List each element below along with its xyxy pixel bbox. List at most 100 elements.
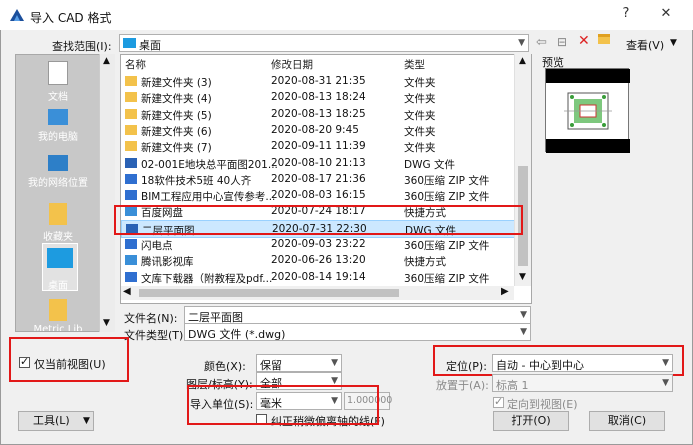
nav-metric-lib[interactable]: Metric Lib	[16, 299, 100, 331]
table-row[interactable]: 新建文件夹 (4) 2020-08-13 18:24 文件夹	[121, 89, 516, 105]
file-type: 文件夹	[404, 77, 436, 89]
table-row[interactable]: 文库下载器（附教程及pdf... 2020-08-14 19:14 360压缩 ZI…	[121, 269, 516, 285]
file-type: 快捷方式	[404, 256, 446, 269]
hscroll-thumb[interactable]	[139, 289, 399, 297]
chevron-down-icon: ▼	[520, 310, 527, 320]
help-button[interactable]: ?	[616, 6, 636, 24]
scroll-up-icon[interactable]: ▲	[519, 56, 526, 66]
file-date: 2020-06-26 13:20	[271, 254, 366, 267]
place-at-combo[interactable]: 标高 1 ▼	[492, 374, 673, 392]
highlight-positioning	[433, 345, 684, 376]
folder-icon	[125, 108, 137, 119]
chevron-down-icon: ▼	[662, 378, 669, 388]
file-name: 闪电点	[141, 240, 173, 252]
nav-scrollbar[interactable]: ▲ ▼	[99, 54, 115, 332]
file-date: 2020-08-13 18:24	[271, 91, 366, 104]
dialog-title: 导入 CAD 格式	[30, 11, 112, 25]
color-value: 保留	[260, 359, 282, 372]
file-date: 2020-08-10 21:13	[271, 156, 366, 169]
list-horizontal-scrollbar[interactable]: ◀ ▶	[121, 286, 514, 300]
back-icon[interactable]: ⇦	[536, 35, 547, 50]
file-name: 新建文件夹 (4)	[141, 93, 212, 106]
table-row[interactable]: 02-001E地块总平面图201... 2020-08-10 21:13 DWG 文…	[121, 155, 516, 171]
table-row[interactable]: 新建文件夹 (3) 2020-08-31 21:35 文件夹	[121, 73, 516, 89]
orient-to-view-checkbox[interactable]: ✓	[493, 395, 504, 408]
scroll-up-icon[interactable]: ▲	[103, 56, 110, 66]
chevron-down-icon: ▼	[331, 358, 338, 368]
filename-input[interactable]: 二层平面图 ▼	[184, 306, 531, 324]
desktop-icon	[123, 38, 136, 48]
file-name: 文库下载器（附教程及pdf...	[141, 272, 273, 285]
tools-button[interactable]: 工具(L) ▼	[18, 411, 94, 431]
filetype-value: DWG 文件 (*.dwg)	[188, 328, 286, 341]
table-row[interactable]: 新建文件夹 (6) 2020-08-20 9:45 文件夹	[121, 122, 516, 138]
scroll-left-icon[interactable]: ◀	[123, 286, 131, 297]
lookin-label: 查找范围(I):	[52, 40, 112, 53]
delete-icon[interactable]: ✕	[578, 33, 590, 49]
view-dropdown-icon[interactable]: ▼	[670, 38, 677, 48]
up-folder-icon[interactable]: ⊟	[557, 35, 567, 49]
file-list: 名称 ^ 修改日期 类型 新建文件夹 (3) 2020-08-31 21:35 文件…	[120, 54, 532, 304]
column-name[interactable]: 名称	[125, 57, 146, 72]
nav-documents[interactable]: 文档	[16, 61, 100, 103]
file-type: 360压缩 ZIP 文件	[404, 240, 490, 252]
check-mark-icon: ✓	[494, 395, 504, 408]
file-date: 2020-09-03 23:22	[271, 238, 366, 250]
color-combo[interactable]: 保留 ▼	[256, 354, 342, 372]
file-name: BIM工程应用中心宣传参考...	[141, 191, 276, 204]
table-row[interactable]: 新建文件夹 (7) 2020-09-11 11:39 文件夹	[121, 138, 516, 154]
file-name: 新建文件夹 (6)	[141, 125, 212, 138]
highlight-import-units	[187, 385, 379, 425]
highlight-current-view	[9, 337, 129, 382]
highlight-selected-file	[114, 205, 523, 235]
table-row[interactable]: BIM工程应用中心宣传参考... 2020-08-03 16:15 360压缩 ZI…	[121, 187, 516, 203]
new-folder-icon[interactable]	[598, 34, 610, 44]
table-row[interactable]: 闪电点 2020-09-03 23:22 360压缩 ZIP 文件	[121, 236, 516, 252]
file-type: 360压缩 ZIP 文件	[404, 191, 490, 204]
file-type: 文件夹	[404, 93, 436, 106]
file-date: 2020-09-11 11:39	[271, 140, 366, 153]
scroll-right-icon[interactable]: ▶	[501, 286, 509, 297]
close-button[interactable]: ✕	[656, 6, 676, 24]
file-type: 文件夹	[404, 142, 436, 155]
folder-icon	[125, 92, 137, 103]
file-type: 360压缩 ZIP 文件	[404, 272, 490, 285]
chevron-down-icon: ▼	[518, 38, 525, 48]
file-name: 18软件技术5班 40人齐	[141, 174, 252, 187]
zip-icon	[125, 239, 137, 249]
nav-network[interactable]: 我的网络位置	[16, 155, 100, 189]
file-type: DWG 文件	[404, 158, 455, 171]
zip-icon	[125, 173, 137, 184]
file-name: 新建文件夹 (3)	[141, 77, 212, 89]
table-row[interactable]: 新建文件夹 (5) 2020-08-13 18:25 文件夹	[121, 106, 516, 122]
filetype-label: 文件类型(T):	[124, 329, 188, 342]
scroll-down-icon[interactable]: ▼	[103, 318, 110, 328]
filetype-combo[interactable]: DWG 文件 (*.dwg) ▼	[184, 323, 531, 341]
scroll-down-icon[interactable]: ▼	[519, 272, 526, 282]
column-type[interactable]: 类型	[404, 57, 425, 72]
folder-icon	[49, 299, 67, 321]
place-at-label: 放置于(A):	[436, 379, 489, 392]
open-button[interactable]: 打开(O)	[493, 411, 569, 431]
file-type: 文件夹	[404, 125, 436, 138]
folder-icon	[125, 76, 137, 86]
zip-icon	[125, 271, 137, 282]
revit-app-icon	[10, 9, 24, 21]
file-name: 新建文件夹 (7)	[141, 142, 212, 155]
nav-my-computer[interactable]: 我的电脑	[16, 109, 100, 143]
list-vertical-scrollbar[interactable]: ▲ ▼	[514, 54, 531, 286]
nav-favorites[interactable]: 收藏夹	[16, 203, 100, 243]
cancel-button[interactable]: 取消(C)	[589, 411, 665, 431]
column-date[interactable]: 修改日期	[271, 57, 313, 72]
lookin-combo[interactable]: 桌面 ▼	[119, 34, 529, 52]
table-row[interactable]: 18软件技术5班 40人齐 2020-08-17 21:36 360压缩 ZIP 文…	[121, 171, 516, 187]
orient-label: 定向到视图(E)	[507, 398, 578, 411]
file-date: 2020-08-17 21:36	[271, 172, 366, 185]
nav-desktop-label: 桌面	[48, 281, 68, 292]
document-icon	[48, 61, 68, 85]
table-row[interactable]: 腾讯影视库 2020-06-26 13:20 快捷方式	[121, 252, 516, 268]
view-menu[interactable]: 查看(V)	[626, 37, 664, 53]
folder-icon	[125, 124, 137, 135]
file-date: 2020-08-13 18:25	[271, 107, 366, 120]
shortcut-icon	[125, 255, 137, 266]
